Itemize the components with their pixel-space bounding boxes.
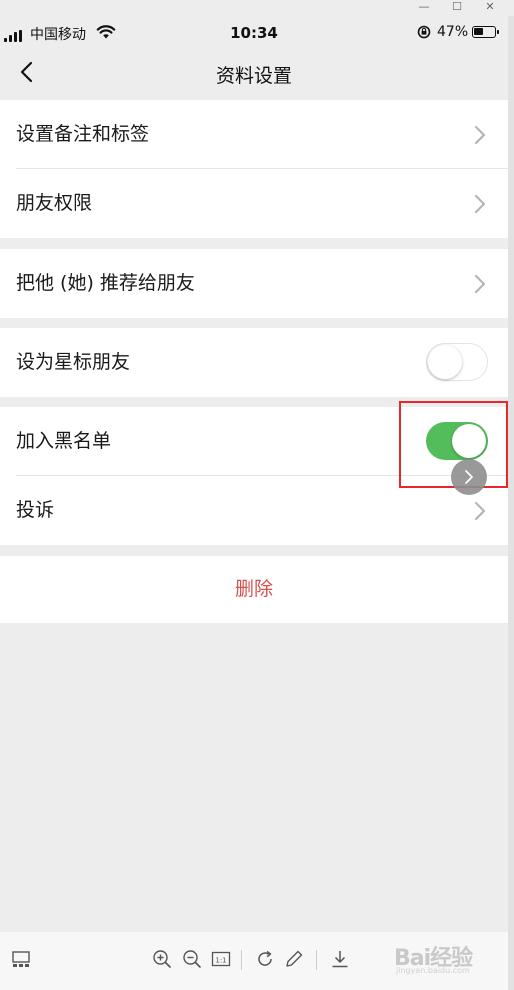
close-icon[interactable]: ✕ (476, 0, 504, 16)
zoom-out-icon[interactable] (181, 948, 203, 970)
rotate-icon[interactable] (254, 948, 276, 970)
thumbnail-icon[interactable] (10, 948, 32, 970)
star-friend-label: 设为星标朋友 (16, 351, 131, 373)
download-icon[interactable] (329, 948, 351, 970)
friend-permissions-label: 朋友权限 (16, 192, 93, 214)
settings-group-basic: 设置备注和标签 朋友权限 (0, 100, 508, 238)
complain-label: 投诉 (16, 499, 55, 521)
edit-icon[interactable] (283, 948, 305, 970)
window-title-bar: — ☐ ✕ (0, 0, 514, 16)
battery-percent: 47% (437, 24, 469, 40)
toolbar-divider (241, 950, 242, 970)
clock: 10:34 (230, 24, 278, 42)
battery-icon (472, 26, 499, 38)
remark-tags-row[interactable]: 设置备注和标签 (0, 100, 508, 169)
toggle-knob (428, 345, 462, 379)
recommend-row[interactable]: 把他 (她) 推荐给朋友 (0, 249, 508, 318)
blacklist-label: 加入黑名单 (16, 430, 112, 452)
watermark-url: jingyan.baidu.com (396, 966, 470, 975)
settings-group-recommend: 把他 (她) 推荐给朋友 (0, 249, 508, 318)
friend-permissions-row[interactable]: 朋友权限 (0, 169, 508, 238)
scrollbar[interactable] (508, 16, 514, 990)
chevron-right-icon (475, 126, 485, 144)
rotation-lock-icon (417, 25, 431, 39)
nav-bar: 资料设置 (0, 50, 508, 98)
remark-tags-label: 设置备注和标签 (16, 123, 150, 145)
actual-size-icon[interactable]: 1:1 (210, 948, 232, 970)
delete-button[interactable]: 删除 (0, 556, 508, 623)
chevron-right-icon (465, 470, 473, 484)
chevron-right-icon (475, 502, 485, 520)
status-bar: 中国移动 10:34 47% (0, 16, 508, 50)
star-friend-toggle[interactable] (426, 343, 488, 381)
settings-group-delete: 删除 (0, 556, 508, 623)
chevron-right-icon (475, 275, 485, 293)
page-title: 资料设置 (215, 65, 292, 87)
chevron-right-icon (475, 195, 485, 213)
star-friend-row: 设为星标朋友 (0, 328, 508, 397)
maximize-icon[interactable]: ☐ (443, 0, 471, 16)
baidu-watermark: Bai经验 jingyan.baidu.com (394, 934, 508, 978)
toolbar-divider (316, 950, 317, 970)
actual-size-label: 1:1 (215, 957, 226, 965)
minimize-icon[interactable]: — (410, 0, 438, 16)
settings-group-star: 设为星标朋友 (0, 328, 508, 397)
zoom-in-icon[interactable] (151, 948, 173, 970)
next-image-button[interactable] (451, 459, 487, 495)
recommend-label: 把他 (她) 推荐给朋友 (16, 272, 195, 294)
